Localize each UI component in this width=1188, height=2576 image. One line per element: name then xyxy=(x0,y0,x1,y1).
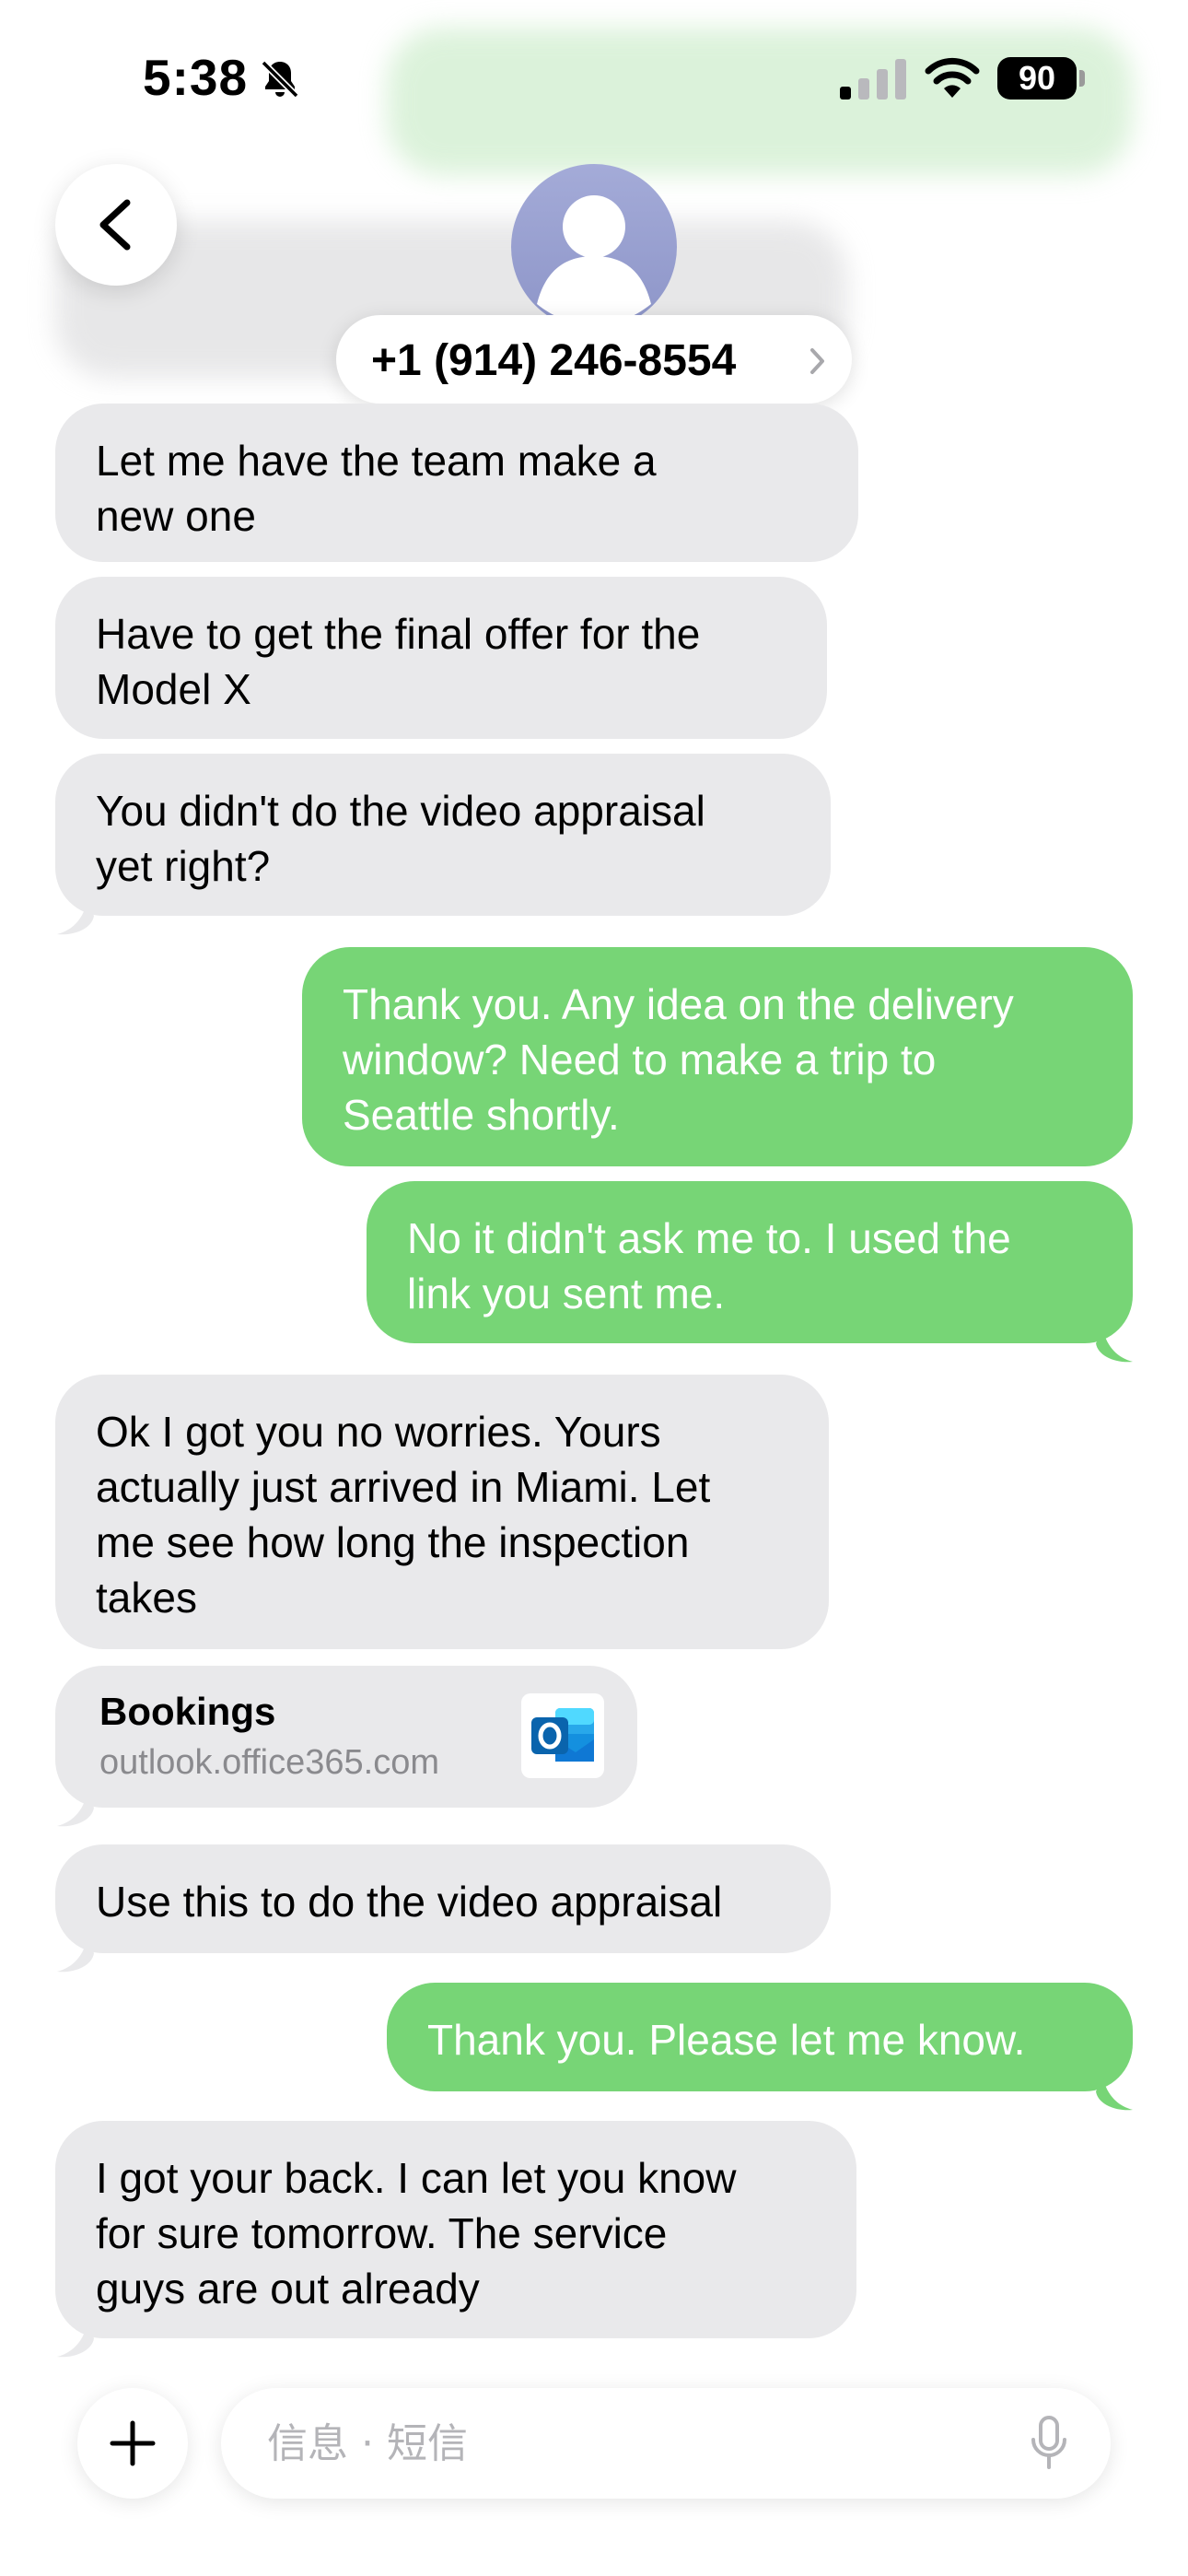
contact-details-button[interactable]: +1 (914) 246-8554 xyxy=(336,315,852,404)
microphone-icon[interactable] xyxy=(1030,2414,1068,2473)
back-chevron-icon xyxy=(99,199,131,251)
message-bubble-outgoing[interactable]: Thank you. Please let me know. xyxy=(387,1983,1133,2091)
battery-icon: 90 xyxy=(997,57,1077,100)
message-field[interactable] xyxy=(221,2388,1111,2499)
link-domain: outlook.office365.com xyxy=(99,1743,439,1782)
message-bubble-incoming[interactable]: Have to get the final offer for the Mode… xyxy=(55,577,827,739)
link-title: Bookings xyxy=(99,1690,276,1733)
person-icon xyxy=(537,195,651,324)
bubble-tail xyxy=(57,1795,94,1827)
bubble-tail xyxy=(1096,1330,1133,1363)
bubble-tail xyxy=(1096,2078,1133,2111)
add-attachment-button[interactable] xyxy=(77,2388,188,2499)
bubble-tail xyxy=(57,2325,94,2358)
link-preview-bubble[interactable]: Bookings outlook.office365.com xyxy=(55,1666,637,1808)
bubble-tail xyxy=(57,903,94,935)
link-thumbnail xyxy=(521,1693,604,1778)
outlook-icon xyxy=(531,1708,594,1762)
contact-name: +1 (914) 246-8554 xyxy=(371,336,737,385)
message-bubble-incoming[interactable]: I got your back. I can let you know for … xyxy=(55,2121,856,2338)
message-bubble-incoming[interactable]: Ok I got you no worries. Yours actually … xyxy=(55,1375,829,1649)
back-button[interactable] xyxy=(55,164,177,286)
bubble-tail xyxy=(57,1940,94,1973)
cellular-signal-icon xyxy=(840,59,906,100)
plus-icon xyxy=(110,2420,156,2466)
avatar[interactable] xyxy=(511,164,677,330)
chevron-right-icon xyxy=(810,348,824,374)
message-bubble-incoming[interactable]: You didn't do the video appraisal yet ri… xyxy=(55,754,831,916)
message-bubble-incoming[interactable]: Use this to do the video appraisal xyxy=(55,1844,831,1953)
wifi-icon xyxy=(925,57,980,98)
message-input[interactable] xyxy=(267,2416,1004,2471)
message-bubble-incoming[interactable]: Let me have the team make a new one xyxy=(55,404,858,562)
message-bubble-outgoing[interactable]: No it didn't ask me to. I used the link … xyxy=(367,1181,1133,1343)
blurred-outgoing-bubble xyxy=(387,28,1133,175)
message-bubble-outgoing[interactable]: Thank you. Any idea on the delivery wind… xyxy=(302,947,1133,1166)
messages-screen: 5:38 90 +1 (914) 246-8554 Let me have th… xyxy=(0,0,1188,2576)
battery-cap xyxy=(1079,70,1085,87)
bell-slash-icon xyxy=(261,60,299,99)
status-time: 5:38 xyxy=(143,49,249,106)
